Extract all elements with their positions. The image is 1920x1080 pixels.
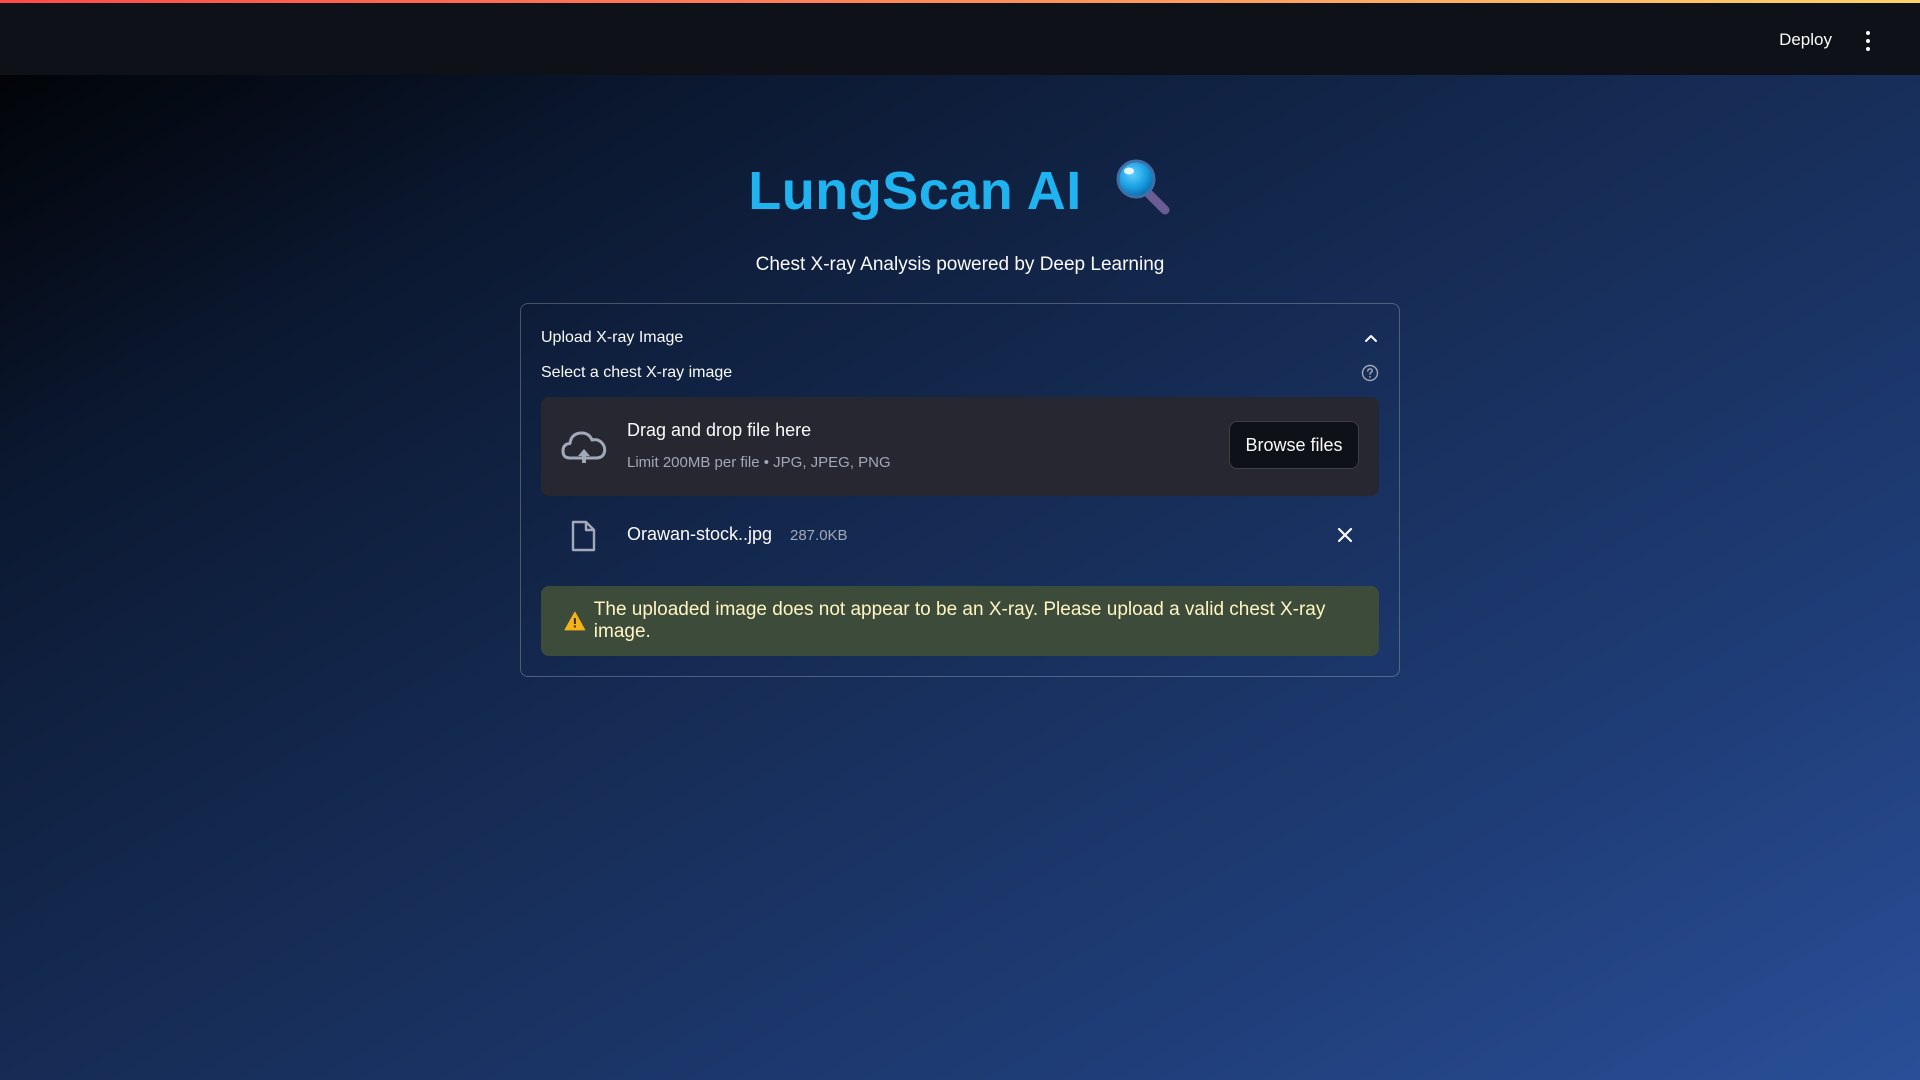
cloud-upload-icon — [561, 431, 607, 463]
expander-title: Upload X-ray Image — [541, 329, 684, 346]
file-icon — [571, 520, 596, 552]
magnifying-glass-icon — [1116, 159, 1170, 215]
app-header: Deploy — [0, 3, 1920, 75]
file-size: 287.0KB — [790, 527, 848, 544]
page-title: LungScan AI — [748, 161, 1082, 221]
help-icon[interactable] — [1361, 364, 1379, 382]
warning-message: The uploaded image does not appear to be… — [593, 599, 1326, 642]
dropzone-limit-text: Limit 200MB per file • JPG, JPEG, PNG — [627, 454, 891, 471]
vertical-dots-icon[interactable] — [1856, 29, 1880, 53]
warning-icon — [564, 611, 586, 631]
chevron-up-icon[interactable] — [1363, 330, 1379, 346]
uploader-label: Select a chest X-ray image — [541, 364, 733, 381]
expander-header[interactable]: Upload X-ray Image — [541, 324, 1379, 352]
title-row: LungScan AI — [0, 159, 1920, 222]
browse-files-button[interactable]: Browse files — [1229, 421, 1359, 469]
page-subtitle: Chest X-ray Analysis powered by Deep Lea… — [755, 254, 1165, 275]
dropzone-title: Drag and drop file here — [627, 420, 812, 440]
uploader-label-row: Select a chest X-ray image — [541, 364, 1379, 382]
file-name: Orawan-stock..jpg — [627, 524, 773, 544]
deploy-button[interactable]: Deploy — [1771, 25, 1840, 55]
file-dropzone[interactable]: Drag and drop file here Limit 200MB per … — [541, 397, 1379, 496]
warning-alert: The uploaded image does not appear to be… — [541, 586, 1379, 656]
close-icon[interactable] — [1335, 525, 1355, 545]
uploaded-file-row: Orawan-stock..jpg 287.0KB — [541, 512, 1379, 558]
